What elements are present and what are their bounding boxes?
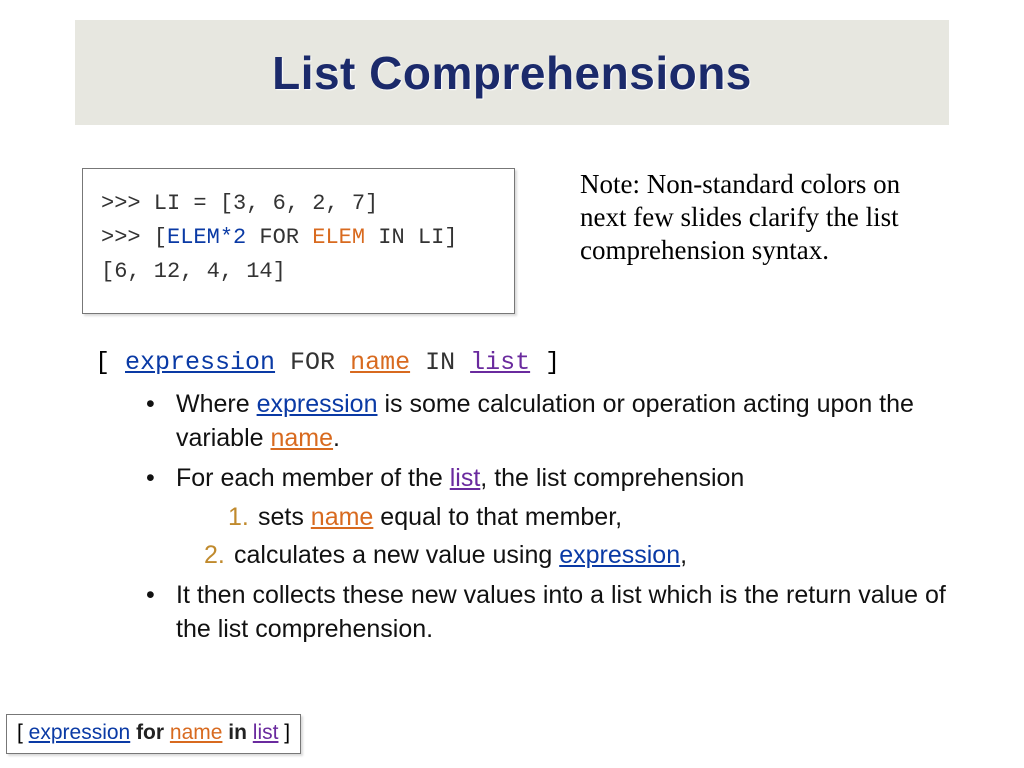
text-expression: expression (559, 541, 680, 569)
text-name: name (271, 424, 334, 452)
syntax-template: [ expression FOR name IN list ] (95, 348, 560, 377)
text-expression: expression (257, 390, 378, 418)
text-list: list (450, 464, 481, 492)
title-bar: List Comprehensions (75, 20, 949, 125)
code-variable-name: ELEM (312, 225, 365, 250)
footer-name: name (170, 721, 223, 744)
syntax-expression: expression (125, 348, 275, 377)
code-example-box: >>> LI = [3, 6, 2, 7] >>> [ELEM*2 FOR EL… (82, 168, 515, 314)
step-1: sets name equal to that member, (176, 501, 969, 535)
footer-expression: expression (29, 721, 131, 744)
slide-title: List Comprehensions (272, 46, 752, 100)
syntax-name: name (350, 348, 410, 377)
bullet-3: It then collects these new values into a… (128, 579, 969, 647)
bullet-1: Where expression is some calculation or … (128, 388, 969, 456)
syntax-list: list (470, 348, 530, 377)
bullet-2: For each member of the list, the list co… (128, 462, 969, 573)
step-2: calculates a new value using expression, (176, 539, 969, 573)
code-line-2: >>> [ELEM*2 FOR ELEM IN LI] (101, 221, 496, 255)
footer-list: list (253, 721, 279, 744)
explanation-list: Where expression is some calculation or … (128, 388, 969, 652)
text-name: name (311, 503, 374, 531)
side-note: Note: Non-standard colors on next few sl… (580, 168, 940, 267)
code-line-1: >>> LI = [3, 6, 2, 7] (101, 187, 496, 221)
code-line-3: [6, 12, 4, 14] (101, 255, 496, 289)
footer-syntax-box: [ expression for name in list ] (6, 714, 301, 754)
code-expression: ELEM*2 (167, 225, 246, 250)
